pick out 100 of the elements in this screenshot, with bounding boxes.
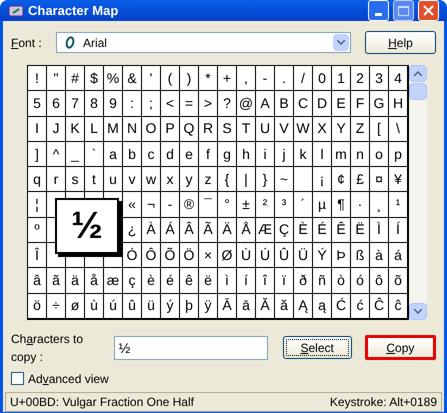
character-cell[interactable]: 6	[47, 91, 66, 117]
character-cell[interactable]: ]	[28, 142, 47, 168]
character-cell[interactable]: Â	[180, 218, 199, 244]
character-cell[interactable]: æ	[104, 268, 123, 294]
character-cell[interactable]: X	[313, 116, 332, 142]
character-cell[interactable]: 1	[332, 66, 351, 92]
character-cell[interactable]: å	[85, 268, 104, 294]
character-cell[interactable]: m	[332, 142, 351, 168]
character-cell[interactable]: ×	[199, 243, 218, 268]
character-cell[interactable]: R	[199, 116, 218, 142]
character-cell[interactable]: >	[199, 91, 218, 117]
character-cell[interactable]: ĉ	[389, 294, 408, 319]
character-cell[interactable]: £	[351, 167, 370, 192]
character-cell[interactable]: F	[351, 91, 370, 117]
character-cell[interactable]: Ó	[123, 243, 142, 268]
character-cell[interactable]: Ý	[313, 243, 332, 268]
character-cell[interactable]: q	[28, 167, 47, 192]
character-cell[interactable]: .	[275, 66, 294, 92]
character-cell[interactable]: ó	[351, 268, 370, 294]
character-cell[interactable]: Í	[389, 218, 408, 244]
character-cell[interactable]: ì	[218, 268, 237, 294]
character-cell[interactable]: P	[161, 116, 180, 142]
character-cell[interactable]: µ	[313, 192, 332, 218]
character-cell[interactable]: í	[237, 268, 256, 294]
character-cell[interactable]: t	[85, 167, 104, 192]
character-cell[interactable]: l	[313, 142, 332, 168]
character-cell[interactable]: 8	[85, 91, 104, 117]
character-cell[interactable]: o	[370, 142, 389, 168]
character-cell[interactable]: þ	[180, 294, 199, 319]
character-cell[interactable]: õ	[389, 268, 408, 294]
character-cell[interactable]: x	[161, 167, 180, 192]
character-cell[interactable]: Q	[180, 116, 199, 142]
character-cell[interactable]: B	[275, 91, 294, 117]
character-cell[interactable]: ã	[47, 268, 66, 294]
character-cell[interactable]: u	[104, 167, 123, 192]
character-cell[interactable]: 7	[66, 91, 85, 117]
dropdown-button[interactable]	[332, 34, 349, 51]
character-cell[interactable]: ô	[370, 268, 389, 294]
character-cell[interactable]: W	[294, 116, 313, 142]
character-cell[interactable]: E	[332, 91, 351, 117]
character-cell[interactable]: «	[123, 192, 142, 218]
copy-button[interactable]: Copy	[364, 335, 436, 360]
character-cell[interactable]: n	[351, 142, 370, 168]
character-cell[interactable]: ¢	[332, 167, 351, 192]
character-cell[interactable]: Î	[28, 243, 47, 268]
character-cell[interactable]: é	[161, 268, 180, 294]
character-cell[interactable]: ü	[142, 294, 161, 319]
character-cell[interactable]: e	[180, 142, 199, 168]
character-cell[interactable]: è	[142, 268, 161, 294]
character-cell[interactable]: Z	[351, 116, 370, 142]
character-cell[interactable]: Ç	[275, 218, 294, 244]
character-cell[interactable]: p	[389, 142, 408, 168]
character-cell[interactable]: s	[66, 167, 85, 192]
character-cell[interactable]: )	[180, 66, 199, 92]
character-cell[interactable]: U	[256, 116, 275, 142]
character-cell[interactable]: G	[370, 91, 389, 117]
character-cell[interactable]: Ù	[237, 243, 256, 268]
character-cell[interactable]: ¡	[313, 167, 332, 192]
character-cell[interactable]: ú	[104, 294, 123, 319]
character-cell[interactable]: Ô	[142, 243, 161, 268]
character-cell[interactable]: (	[161, 66, 180, 92]
character-cell[interactable]: ñ	[313, 268, 332, 294]
character-cell[interactable]: `	[85, 142, 104, 168]
character-cell[interactable]: î	[256, 268, 275, 294]
character-cell[interactable]: }	[256, 167, 275, 192]
character-cell[interactable]: ë	[199, 268, 218, 294]
character-cell[interactable]: ê	[180, 268, 199, 294]
character-cell[interactable]: º	[28, 218, 47, 244]
character-cell[interactable]: N	[123, 116, 142, 142]
character-cell[interactable]: C	[294, 91, 313, 117]
character-cell[interactable]: É	[313, 218, 332, 244]
character-cell[interactable]: Æ	[256, 218, 275, 244]
character-cell[interactable]: ¹	[389, 192, 408, 218]
character-cell[interactable]: f	[199, 142, 218, 168]
character-cell[interactable]: °	[218, 192, 237, 218]
character-cell[interactable]: [	[370, 116, 389, 142]
character-cell[interactable]: ă	[275, 294, 294, 319]
character-cell[interactable]: ą	[313, 294, 332, 319]
character-cell[interactable]: V	[275, 116, 294, 142]
character-cell[interactable]: Ā	[218, 294, 237, 319]
character-cell[interactable]: 2	[351, 66, 370, 92]
character-cell[interactable]: =	[180, 91, 199, 117]
character-cell[interactable]: 5	[28, 91, 47, 117]
character-cell[interactable]: I	[28, 116, 47, 142]
character-cell[interactable]: #	[66, 66, 85, 92]
character-cell[interactable]: ā	[237, 294, 256, 319]
character-cell[interactable]: ý	[161, 294, 180, 319]
minimize-button[interactable]	[368, 0, 389, 21]
character-cell[interactable]: b	[123, 142, 142, 168]
character-cell[interactable]: ±	[237, 192, 256, 218]
character-cell[interactable]: ³	[275, 192, 294, 218]
character-cell[interactable]: :	[123, 91, 142, 117]
character-cell[interactable]: Ą	[294, 294, 313, 319]
character-cell[interactable]: Þ	[332, 243, 351, 268]
character-cell[interactable]: ¥	[389, 167, 408, 192]
character-cell[interactable]: ¶	[332, 192, 351, 218]
character-cell[interactable]: z	[199, 167, 218, 192]
character-cell[interactable]: i	[256, 142, 275, 168]
character-cell[interactable]: û	[123, 294, 142, 319]
scroll-up-button[interactable]	[409, 65, 427, 82]
